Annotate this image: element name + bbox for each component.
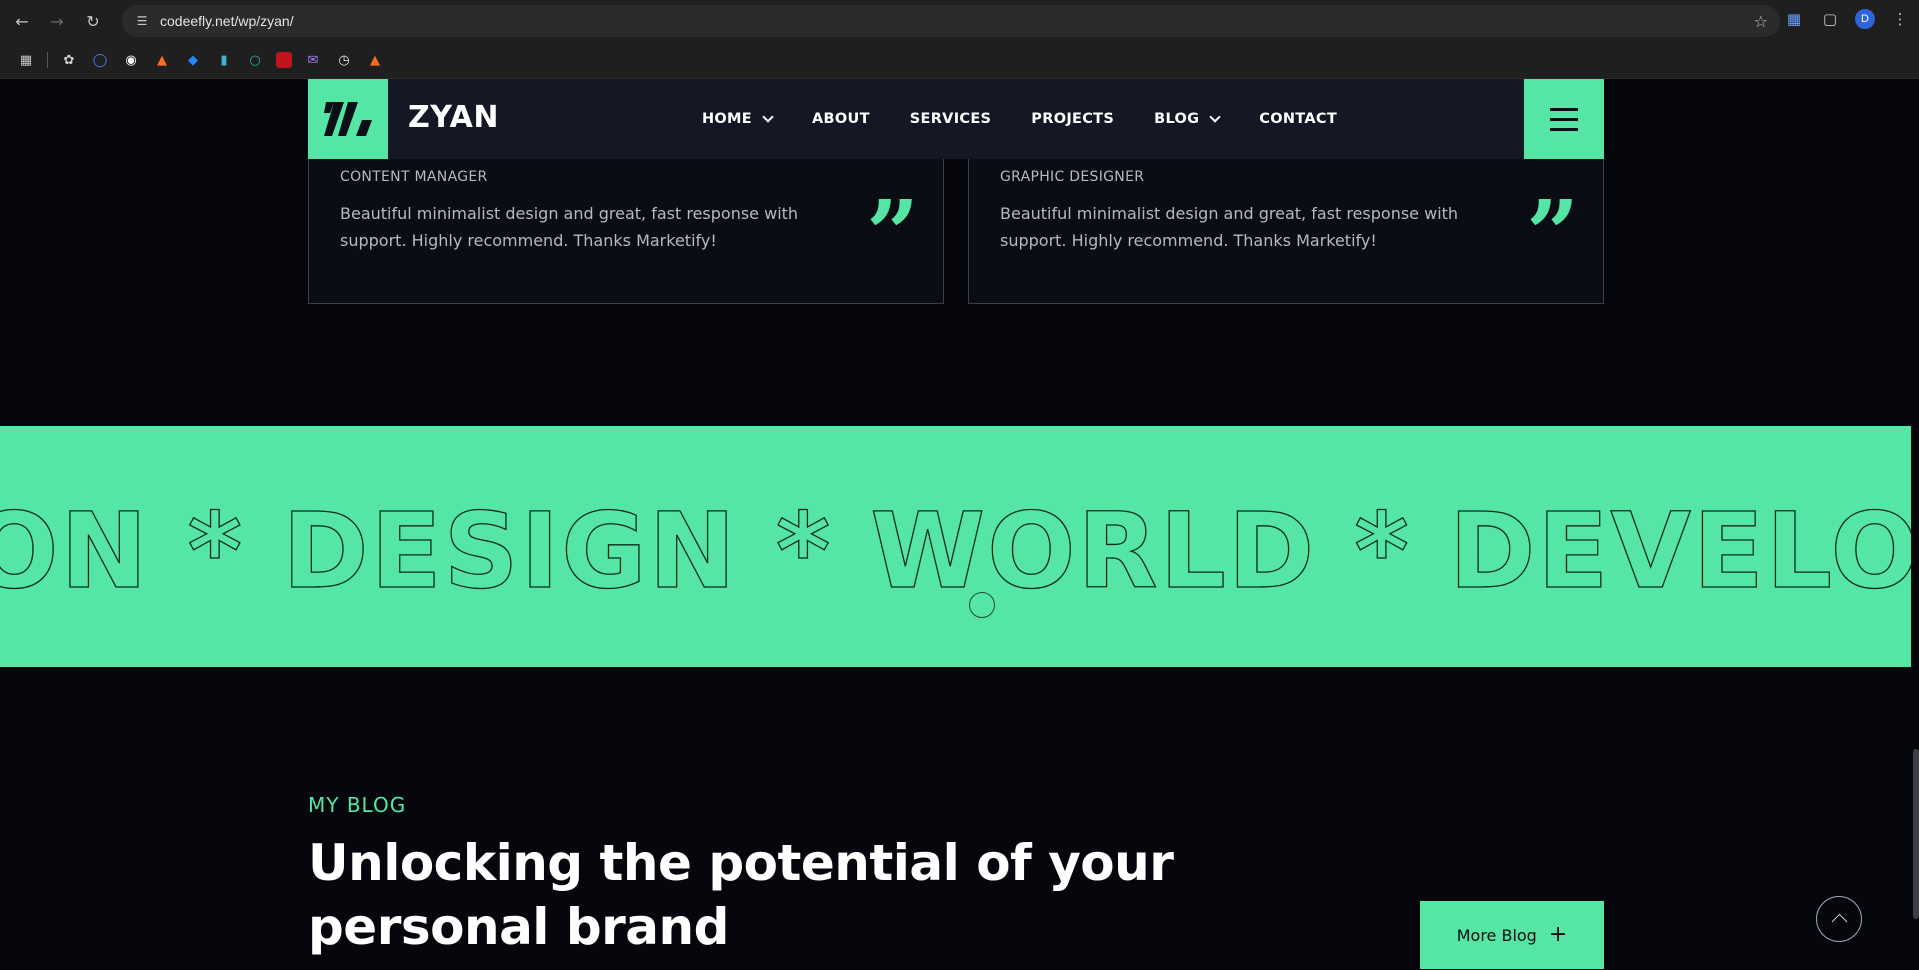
nav-label: CONTACT: [1259, 111, 1338, 127]
testimonial-role: CONTENT MANAGER: [340, 169, 488, 185]
nav-blog[interactable]: BLOG: [1154, 110, 1221, 127]
nav-label: SERVICES: [909, 111, 992, 127]
nav-about[interactable]: ABOUT: [812, 111, 870, 127]
hamburger-line: [1550, 107, 1578, 111]
hamburger-menu-button[interactable]: [1524, 79, 1604, 159]
extensions-icon[interactable]: ▢: [1819, 8, 1841, 30]
site-info-icon[interactable]: ☰: [132, 11, 152, 31]
quote-icon: ”: [1526, 188, 1579, 248]
nav-label: PROJECTS: [1031, 111, 1115, 127]
marquee-text: ON * DESIGN * WORLD * DEVELOPMENT: [0, 490, 1911, 612]
nav-label: BLOG: [1154, 111, 1200, 127]
site-header: ZYAN HOME ABOUT SERVICES PROJECTS BLOG C…: [308, 79, 1604, 159]
apps-grid-icon[interactable]: ▦: [16, 50, 36, 70]
testimonial-quote: Beautiful minimalist design and great, f…: [1000, 204, 1459, 250]
nav-contact[interactable]: CONTACT: [1259, 111, 1337, 127]
jira-icon[interactable]: ◆: [183, 50, 203, 70]
chatgpt-icon[interactable]: ✿: [59, 50, 79, 70]
marquee-svg: ON * DESIGN * WORLD * DEVELOPMENT: [0, 489, 1911, 612]
nav-services[interactable]: SERVICES: [910, 111, 992, 127]
scroll-to-top-button[interactable]: [1816, 896, 1862, 942]
nav-label: ABOUT: [812, 111, 870, 127]
bookmark-star-icon[interactable]: ☆: [1754, 12, 1768, 31]
url-text[interactable]: codeefly.net/wp/zyan/: [160, 13, 294, 29]
browser-toolbar: ← → ↻ ☰ codeefly.net/wp/zyan/ ☆ ▦ ▢ D ⋮: [0, 0, 1919, 42]
more-blog-button[interactable]: More Blog +: [1420, 901, 1604, 969]
bookmark-separator: [47, 52, 48, 68]
gitlab-icon-2[interactable]: ▲: [365, 50, 385, 70]
marquee-band: ON * DESIGN * WORLD * DEVELOPMENT: [0, 426, 1911, 667]
bookmark-b-icon[interactable]: ▮: [214, 50, 234, 70]
nav-label: HOME: [702, 111, 752, 127]
logo[interactable]: [308, 79, 388, 159]
testimonial-role: GRAPHIC DESIGNER: [1000, 169, 1145, 185]
hamburger-line: [1550, 127, 1578, 131]
logo-slashes-icon: [324, 102, 372, 136]
brand-name[interactable]: ZYAN: [408, 100, 499, 135]
section-tag: MY BLOG: [308, 793, 407, 817]
reload-icon[interactable]: ↻: [80, 8, 106, 34]
bookmarks-bar: ▦ ✿ ◯ ◉ ▲ ◆ ▮ ○ ✉ ◷ ▲: [0, 42, 1919, 79]
more-blog-label: More Blog: [1456, 925, 1537, 945]
gmail-icon[interactable]: ✉: [303, 50, 323, 70]
translate-icon[interactable]: ▦: [1783, 8, 1805, 30]
address-bar[interactable]: ☰ codeefly.net/wp/zyan/ ☆: [122, 5, 1780, 37]
github-icon[interactable]: ◉: [121, 50, 141, 70]
red-square-icon[interactable]: [276, 52, 292, 68]
main-nav: HOME ABOUT SERVICES PROJECTS BLOG CONTAC…: [702, 79, 1337, 159]
clock-icon[interactable]: ◷: [334, 50, 354, 70]
scrollbar-thumb[interactable]: [1913, 749, 1919, 919]
page-content: CONTENT MANAGER Beautiful minimalist des…: [0, 79, 1919, 970]
chevron-down-icon: [1209, 110, 1221, 123]
chevron-down-icon: [762, 110, 774, 123]
profile-avatar[interactable]: D: [1855, 9, 1875, 29]
quote-icon: ”: [866, 188, 919, 248]
hamburger-line: [1550, 117, 1578, 121]
chat-bubble-icon[interactable]: ◯: [90, 50, 110, 70]
cursor-ring: [969, 592, 995, 618]
gitlab-icon[interactable]: ▲: [152, 50, 172, 70]
nav-home[interactable]: HOME: [702, 110, 774, 127]
forward-icon[interactable]: →: [44, 8, 70, 34]
chevron-up-icon: [1831, 913, 1847, 930]
menu-dots-icon[interactable]: ⋮: [1889, 8, 1911, 30]
teal-circle-icon[interactable]: ○: [245, 50, 265, 70]
testimonial-quote: Beautiful minimalist design and great, f…: [340, 204, 799, 250]
section-title: Unlocking the potential of your personal…: [308, 834, 1174, 956]
plus-icon: +: [1548, 922, 1568, 947]
nav-projects[interactable]: PROJECTS: [1031, 111, 1114, 127]
back-icon[interactable]: ←: [9, 8, 35, 34]
